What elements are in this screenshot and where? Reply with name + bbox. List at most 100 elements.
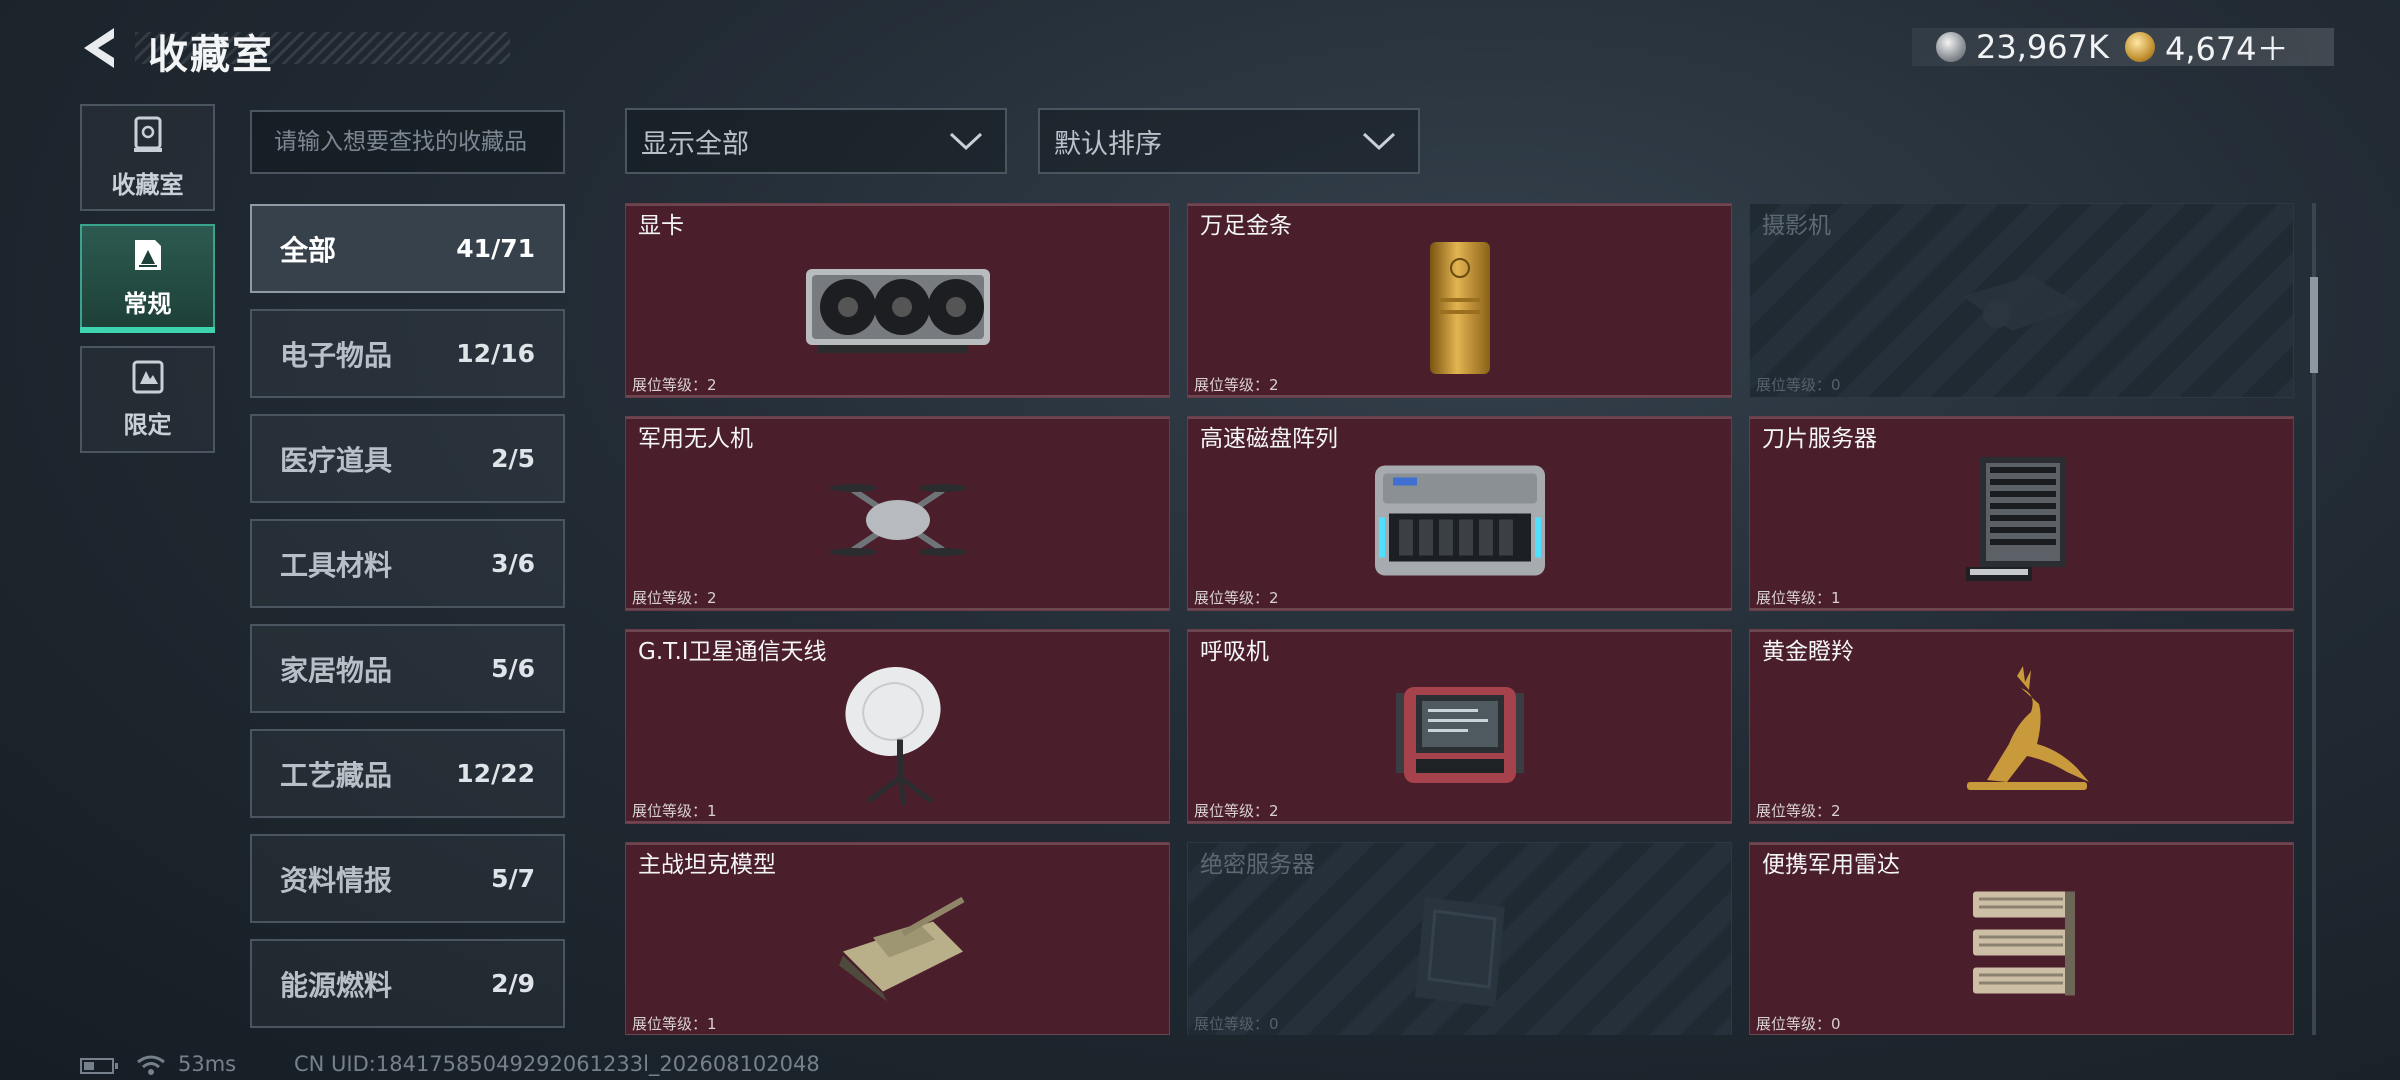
ping-value: 53ms	[178, 1052, 237, 1076]
golden-gazelle-icon	[1966, 665, 2089, 790]
item-name: 军用无人机	[638, 426, 753, 452]
category-name: 家居物品	[280, 653, 393, 687]
item-name: 高速磁盘阵列	[1200, 426, 1338, 452]
display-filter-value: 显示全部	[641, 128, 749, 160]
search-input[interactable]	[250, 110, 565, 174]
item-name: 呼吸机	[1200, 639, 1269, 665]
category-name: 医疗道具	[280, 443, 393, 477]
nav-vault[interactable]: 收藏室	[80, 104, 215, 211]
category-name: 能源燃料	[280, 968, 393, 1002]
camera-icon	[1961, 275, 2082, 331]
collection-card-tank-model[interactable]: 主战坦克模型 展位等级：1	[625, 842, 1170, 1035]
item-name: 主战坦克模型	[638, 852, 776, 878]
category-name: 资料情报	[280, 863, 393, 897]
category-all[interactable]: 全部 41/71	[250, 204, 565, 293]
collection-card-disk-array[interactable]: 高速磁盘阵列 展位等级：2	[1187, 416, 1732, 611]
category-name: 电子物品	[280, 338, 393, 372]
category-energy[interactable]: 能源燃料 2/9	[250, 939, 565, 1028]
nav-regular[interactable]: 常规	[80, 224, 215, 331]
blade-server-icon	[1965, 456, 2066, 581]
gold-currency-value: 4,674＋	[2164, 30, 2289, 68]
collection-card-secret-server[interactable]: 绝密服务器 展位等级：0	[1187, 842, 1732, 1035]
grid-scrollbar-thumb[interactable]	[2310, 277, 2318, 373]
category-count: 5/6	[491, 654, 535, 683]
gold-bar-icon	[1429, 241, 1490, 374]
collection-card-camera[interactable]: 摄影机 展位等级：0	[1749, 203, 2294, 398]
category-medical[interactable]: 医疗道具 2/5	[250, 414, 565, 503]
limited-collection-icon	[132, 360, 163, 394]
item-level: 展位等级：2	[1194, 589, 1279, 607]
drone-icon	[828, 483, 967, 556]
display-filter-dropdown[interactable]: 显示全部	[625, 108, 1007, 174]
item-level: 展位等级：1	[632, 1015, 717, 1033]
nav-limited-label: 限定	[123, 411, 172, 439]
collection-card-drone[interactable]: 军用无人机 展位等级：2	[625, 416, 1170, 611]
category-count: 2/5	[491, 444, 535, 473]
item-level: 展位等级：2	[1194, 802, 1279, 820]
item-name: 黄金瞪羚	[1762, 639, 1854, 665]
disk-array-icon	[1374, 465, 1545, 575]
category-count: 12/22	[456, 759, 535, 788]
category-count: 3/6	[491, 549, 535, 578]
collection-grid: 显卡 展位等级：2 万足金条 展位等级：2 摄影机 展位等级：0 军用无人机 展…	[625, 203, 2295, 1035]
item-name: 刀片服务器	[1762, 426, 1877, 452]
item-level: 展位等级：1	[1756, 589, 1841, 607]
user-uid: CN UID:18417585049292061233l_20260810204…	[294, 1052, 820, 1076]
regular-collection-icon	[134, 240, 161, 270]
collection-card-gold-bar[interactable]: 万足金条 展位等级：2	[1187, 203, 1732, 398]
category-household[interactable]: 家居物品 5/6	[250, 624, 565, 713]
item-name: G.T.I卫星通信天线	[638, 639, 827, 665]
chevron-down-icon	[1362, 132, 1396, 151]
gold-coin-icon	[2124, 32, 2155, 62]
collection-card-portable-radar[interactable]: 便携军用雷达 展位等级：0	[1749, 842, 2294, 1035]
wifi-icon	[137, 1055, 165, 1075]
item-name: 显卡	[638, 213, 684, 239]
silver-currency-value: 23,967K	[1976, 28, 2109, 66]
battery-icon	[80, 1058, 118, 1074]
item-level: 展位等级：1	[632, 802, 717, 820]
category-count: 12/16	[456, 339, 535, 368]
item-name: 绝密服务器	[1200, 852, 1315, 878]
category-electronics[interactable]: 电子物品 12/16	[250, 309, 565, 398]
collection-card-ventilator[interactable]: 呼吸机 展位等级：2	[1187, 629, 1732, 824]
nav-limited[interactable]: 限定	[80, 346, 215, 453]
silver-coin-icon	[1936, 32, 1966, 62]
nav-active-indicator	[80, 327, 215, 333]
chevron-down-icon	[949, 132, 983, 151]
item-name: 便携军用雷达	[1762, 852, 1900, 878]
sort-dropdown[interactable]: 默认排序	[1038, 108, 1420, 174]
category-name: 全部	[280, 233, 337, 267]
item-name: 摄影机	[1762, 213, 1831, 239]
collection-card-satellite-antenna[interactable]: G.T.I卫星通信天线 展位等级：1	[625, 629, 1170, 824]
item-level: 展位等级：0	[1756, 376, 1841, 394]
secret-server-icon	[1414, 896, 1505, 1007]
nav-vault-label: 收藏室	[111, 171, 184, 199]
back-arrow-icon	[84, 28, 114, 68]
back-button[interactable]	[80, 26, 124, 70]
currency-bar: 23,967K 4,674＋	[1912, 28, 2334, 68]
item-level: 展位等级：2	[632, 376, 717, 394]
category-intel[interactable]: 资料情报 5/7	[250, 834, 565, 923]
category-count: 2/9	[491, 969, 535, 998]
item-name: 万足金条	[1200, 213, 1292, 239]
category-crafts[interactable]: 工艺藏品 12/22	[250, 729, 565, 818]
satellite-antenna-icon	[844, 666, 941, 806]
item-level: 展位等级：2	[1194, 376, 1279, 394]
item-level: 展位等级：0	[1194, 1015, 1279, 1033]
collection-card-golden-gazelle[interactable]: 黄金瞪羚 展位等级：2	[1749, 629, 2294, 824]
item-level: 展位等级：2	[632, 589, 717, 607]
silver-currency: 23,967K	[1936, 28, 2109, 66]
collection-card-graphics-card[interactable]: 显卡 展位等级：2	[625, 203, 1170, 398]
category-name: 工具材料	[280, 548, 393, 582]
gold-currency[interactable]: 4,674＋	[2124, 24, 2289, 70]
nav-regular-label: 常规	[123, 290, 172, 318]
category-count: 41/71	[456, 234, 535, 263]
item-level: 展位等级：2	[1756, 802, 1841, 820]
category-tools[interactable]: 工具材料 3/6	[250, 519, 565, 608]
category-count: 5/7	[491, 864, 535, 893]
item-level: 展位等级：0	[1756, 1015, 1841, 1033]
tank-model-icon	[838, 896, 964, 1001]
graphics-card-icon	[805, 268, 990, 353]
category-name: 工艺藏品	[280, 758, 393, 792]
collection-card-blade-server[interactable]: 刀片服务器 展位等级：1	[1749, 416, 2294, 611]
